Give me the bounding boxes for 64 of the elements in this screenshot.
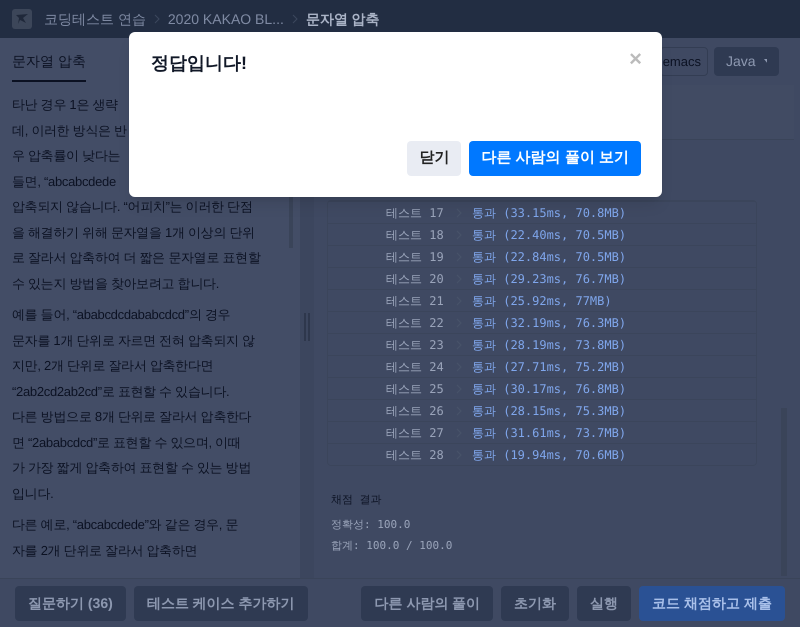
logo-icon[interactable]	[12, 9, 32, 29]
test-label: 테스트 28	[386, 446, 445, 464]
language-label: Java	[726, 52, 756, 71]
text-line: 로 잘라서 압축하여 더 짧은 문자열로 표현할	[12, 249, 260, 267]
footer-button[interactable]: 실행	[577, 586, 632, 620]
text-line: 다른 방법으로 8개 단위로 잘라서 압축한다	[12, 408, 252, 426]
test-result: 통과 (27.71ms, 75.2MB)	[472, 358, 626, 376]
test-result: 통과 (31.61ms, 73.7MB)	[472, 424, 626, 442]
text-line: 입니다.	[12, 484, 54, 502]
text-line: 다른 예로, “abcabcdede”와 같은 경우, 문	[12, 516, 238, 534]
text-line: 가 가장 짧게 압축하여 표현할 수 있는 방법	[12, 459, 252, 477]
text-line: 예를 들어, “ababcdcdababcdcd”의 경우	[12, 306, 230, 324]
chevron-icon	[154, 14, 160, 24]
text-line: 압축되지 않습니다. “어피치”는 이러한 단점	[12, 198, 253, 216]
test-label: 테스트 19	[386, 248, 445, 266]
score-text: 합계: 100.0 / 100.0	[331, 538, 454, 554]
test-label: 테스트 17	[386, 204, 445, 222]
text-line: “2ab2cd2ab2cd”로 표현할 수 있습니다.	[12, 382, 230, 400]
test-result: 통과 (22.84ms, 70.5MB)	[472, 248, 626, 266]
test-label: 테스트 21	[386, 292, 445, 310]
text-line: 들면, “abcabcdede	[12, 172, 116, 190]
footer-button[interactable]: 코드 채점하고 제출	[639, 586, 785, 620]
test-result: 통과 (32.19ms, 76.3MB)	[472, 314, 626, 332]
footer-button[interactable]: 질문하기 (36)	[15, 586, 126, 620]
breadcrumb-link[interactable]: 2020 KAKAO BL...	[168, 8, 284, 30]
test-result: 통과 (19.94ms, 70.6MB)	[472, 446, 626, 464]
modal-button[interactable]: 닫기	[407, 141, 462, 176]
text-line: 을 해결하기 위해 문자열을 1개 이상의 단위	[12, 224, 255, 242]
test-label: 테스트 20	[386, 270, 445, 288]
test-label: 테스트 27	[386, 424, 445, 442]
test-result: 통과 (29.23ms, 76.7MB)	[472, 270, 626, 288]
test-label: 테스트 22	[386, 314, 445, 332]
text-line: 자를 2개 단위로 잘라서 압축하면	[12, 542, 198, 560]
problem-tab[interactable]: 문자열 압축	[12, 51, 86, 82]
test-label: 테스트 25	[386, 380, 445, 398]
test-label: 테스트 18	[386, 226, 445, 244]
test-result: 통과 (22.40ms, 70.5MB)	[472, 226, 626, 244]
footer-button[interactable]: 테스트 케이스 추가하기	[134, 586, 308, 620]
breadcrumb-link[interactable]: 문자열 압축	[306, 8, 380, 30]
test-label: 테스트 23	[386, 336, 445, 354]
text-line: 지만, 2개 단위로 잘라서 압축한다면	[12, 357, 214, 375]
score-text: 정확성: 100.0	[331, 516, 412, 532]
language-dropdown[interactable]: Java	[714, 47, 779, 76]
footer-button[interactable]: 초기화	[501, 586, 570, 620]
breadcrumb-link[interactable]: 코딩테스트 연습	[44, 8, 146, 30]
test-result: 통과 (33.15ms, 70.8MB)	[472, 204, 626, 222]
footer-button[interactable]: 다른 사람의 풀이	[361, 586, 494, 620]
modal-title: 정답입니다!	[151, 52, 247, 75]
test-result: 통과 (30.17ms, 76.8MB)	[472, 380, 626, 398]
chevron-icon	[292, 14, 298, 24]
text-line: 문자를 1개 단위로 자르면 전혀 압축되지 않	[12, 332, 255, 350]
test-label: 테스트 24	[386, 358, 445, 376]
text-line: 우 압축률이 낮다는	[12, 147, 120, 165]
text-line: 데, 이러한 방식은 반	[12, 122, 127, 140]
text-line: 수 있는지 방법을 찾아보려고 합니다.	[12, 274, 220, 292]
modal-button[interactable]: 다른 사람의 풀이 보기	[469, 141, 641, 176]
test-label: 테스트 26	[386, 402, 445, 420]
test-result: 통과 (28.19ms, 73.8MB)	[472, 336, 626, 354]
summary-title: 채점 결과	[331, 492, 383, 508]
test-result: 통과 (25.92ms, 77MB)	[472, 292, 612, 310]
caret-icon	[764, 59, 767, 64]
test-result: 통과 (28.15ms, 75.3MB)	[472, 402, 626, 420]
text-line: 면 “2ababcdcd”로 표현할 수 있으며, 이때	[12, 434, 241, 452]
text-line: 타난 경우 1은 생략	[12, 96, 118, 114]
